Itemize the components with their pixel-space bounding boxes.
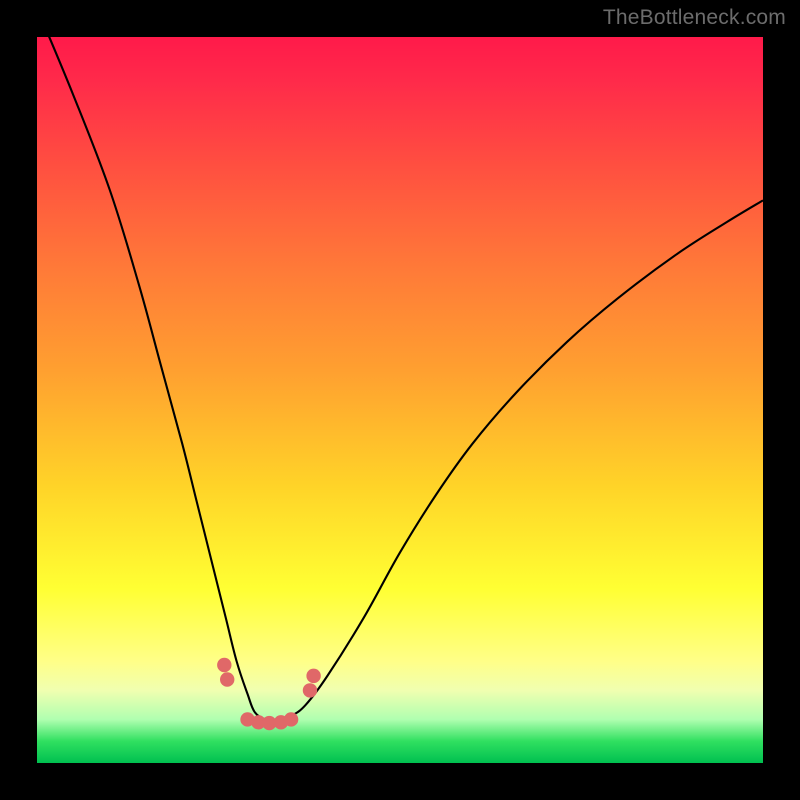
watermark-text: TheBottleneck.com bbox=[603, 6, 786, 30]
markers-group bbox=[217, 658, 321, 730]
curve-svg bbox=[37, 37, 763, 763]
data-marker bbox=[284, 712, 298, 726]
data-marker bbox=[306, 669, 320, 683]
data-marker bbox=[220, 672, 234, 686]
data-marker bbox=[217, 658, 231, 672]
data-marker bbox=[303, 683, 317, 697]
plot-area bbox=[37, 37, 763, 763]
bottleneck-curve bbox=[37, 8, 763, 720]
chart-frame: TheBottleneck.com bbox=[0, 0, 800, 800]
